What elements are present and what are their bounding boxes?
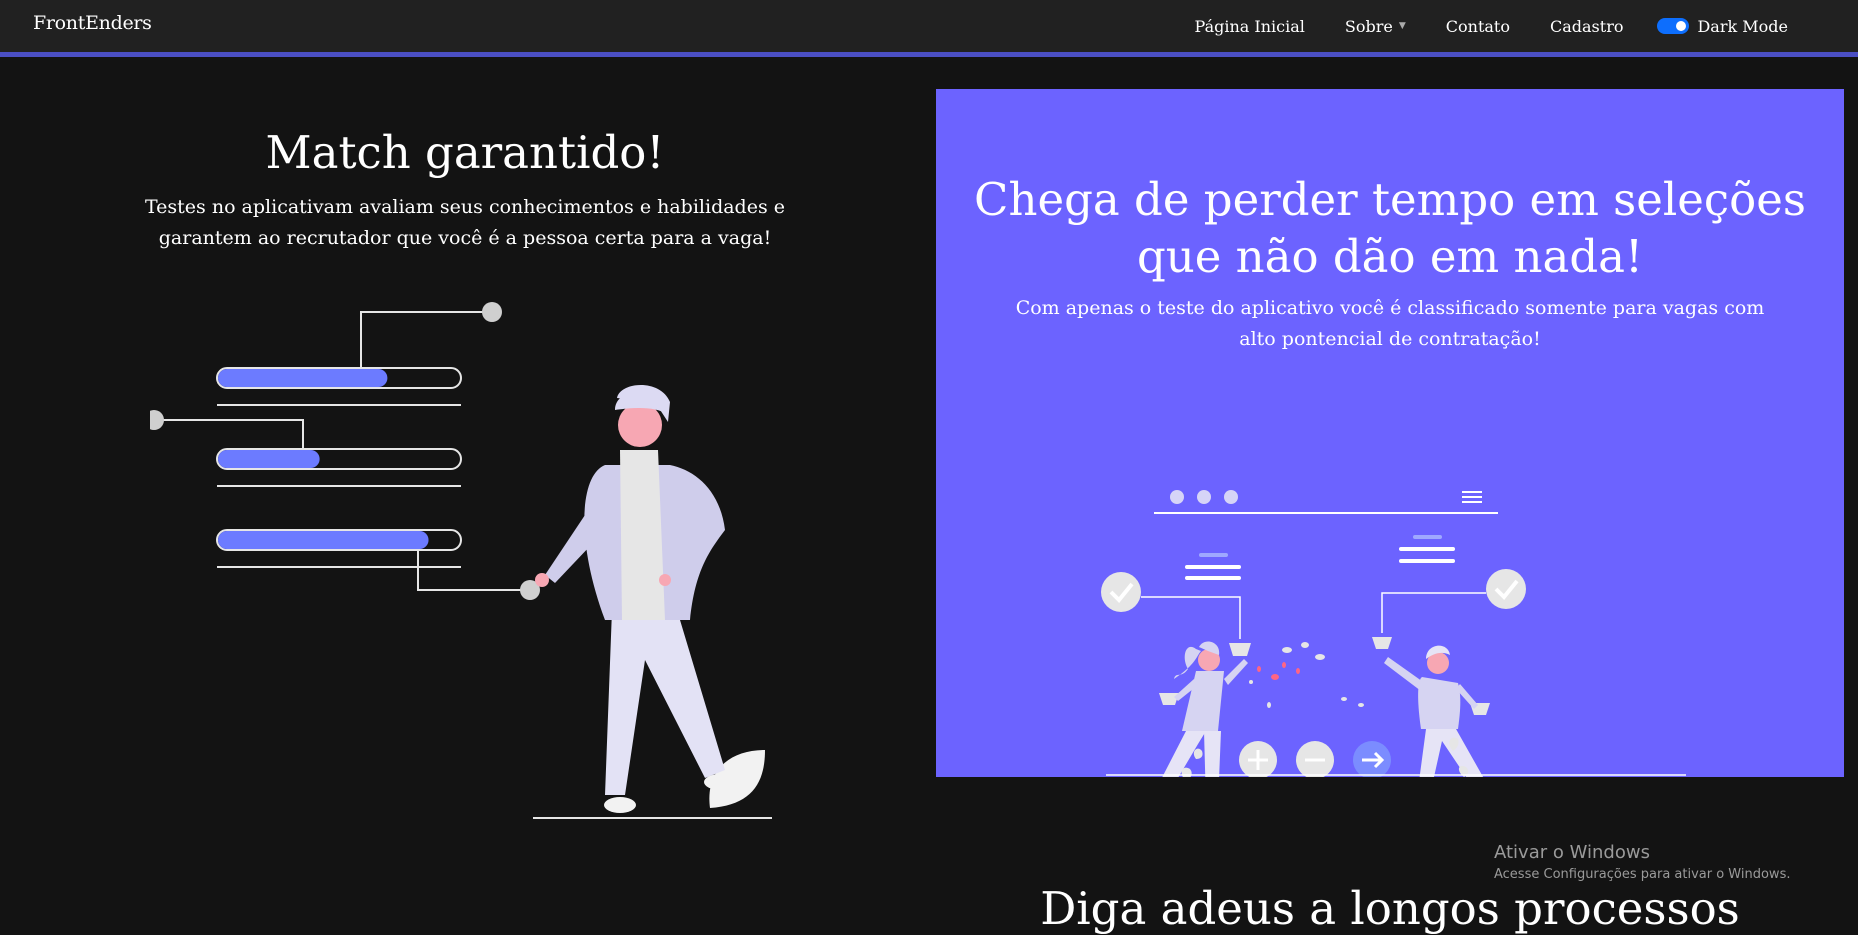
menu-icon [1462,491,1482,503]
nav-link-label: Página Inicial [1194,16,1305,36]
nav-link-label: Cadastro [1549,16,1624,36]
nav-link-home[interactable]: Página Inicial [1195,17,1305,36]
matching-illustration [1101,490,1686,777]
dark-mode-toggle[interactable] [1657,18,1690,34]
nav-link-contact[interactable]: Contato [1446,17,1510,36]
check-icon [1486,569,1526,609]
progress-fill [218,369,388,387]
nav-link-label: Sobre [1344,16,1393,36]
nav-link-about-dropdown[interactable]: Sobre ▼ [1345,17,1406,36]
progress-bar [216,448,462,487]
nav-link-register[interactable]: Cadastro [1550,17,1623,36]
feature-panel-text: Com apenas o teste do aplicativo você é … [1015,297,1765,350]
brand-logo[interactable]: FrontEnders [33,12,152,34]
check-icon [1101,572,1141,612]
left-section-text: Testes no aplicativam avaliam seus conhe… [144,196,786,249]
feature-panel: Chega de perder tempo em seleções que nã… [936,89,1844,777]
arrow-right-icon [1353,741,1391,777]
toggle-knob [1676,21,1687,31]
windows-activation-title: Ativar o Windows [1494,842,1650,863]
skills-illustration [150,302,772,819]
nav-links: Página Inicial Sobre ▼ Contato Cadastro … [1195,0,1788,52]
progress-bar [216,367,462,406]
windows-activation-subtitle: Acesse Configurações para ativar o Windo… [1494,867,1791,882]
navbar: FrontEnders Página Inicial Sobre ▼ Conta… [0,0,1858,57]
progress-bar [216,529,462,568]
left-section-title: Match garantido! [265,126,665,179]
next-section-title: Diga adeus a longos processos [1040,882,1740,935]
feature-panel-title: Chega de perder tempo em seleções que nã… [974,173,1806,283]
dark-mode-control: Dark Mode [1657,17,1788,36]
window-dot [1197,490,1211,504]
node-circle [482,302,502,322]
browser-bar [1154,490,1498,514]
nav-link-label: Contato [1445,16,1510,36]
window-dot [1170,490,1184,504]
person-figure [533,385,772,819]
progress-fill [218,531,429,549]
node-circle [150,410,164,430]
progress-fill [218,450,320,468]
chevron-down-icon: ▼ [1398,21,1406,31]
plus-icon [1239,741,1277,777]
window-dot [1224,490,1238,504]
dark-mode-label: Dark Mode [1697,16,1788,36]
minus-icon [1296,741,1334,777]
